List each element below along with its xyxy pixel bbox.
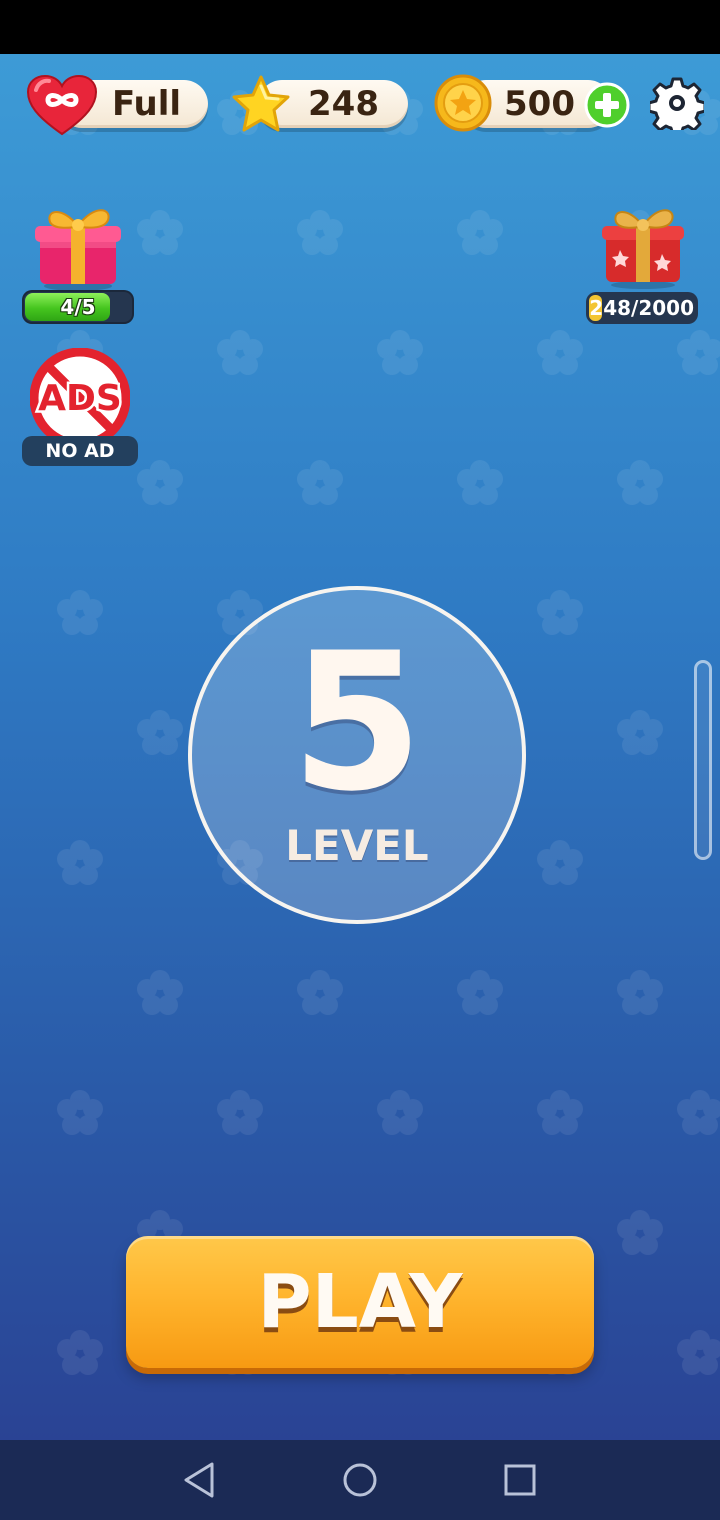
star-gift-icon[interactable] [598,200,688,290]
gear-icon [650,77,704,130]
no-ads-icon: ADS [30,348,130,448]
game-background: Full 248 500 4/5 ADS NO AD 248/2000 5 LE… [0,54,720,1440]
system-nav-bar [0,1440,720,1520]
star-icon [232,75,290,132]
play-button[interactable]: PLAY [126,1236,594,1368]
lives-value: Full [112,84,182,124]
level-indicator: 5 LEVEL [188,586,526,924]
settings-button[interactable] [650,76,704,130]
gift-icon[interactable] [32,196,124,292]
stars-value: 248 [308,84,379,124]
no-ad-label: NO AD [22,436,138,466]
coin-icon [434,74,492,132]
star-goal-counter: 248/2000 [586,292,698,324]
gift-progress-bar: 4/5 [22,290,134,324]
gift-progress-text: 4/5 [60,295,96,319]
star-goal-text: 248/2000 [589,296,694,320]
home-icon[interactable] [334,1454,386,1506]
play-button-label: PLAY [257,1259,463,1345]
add-coins-button[interactable] [584,82,630,128]
game-screen: Full 248 500 4/5 ADS NO AD 248/2000 5 LE… [0,0,720,1520]
back-icon[interactable] [174,1454,226,1506]
ads-badge-text: ADS [38,378,122,419]
coins-value: 500 [504,84,575,124]
level-label: LEVEL [285,821,429,870]
heart-infinity-icon [26,74,98,136]
scroll-handle[interactable] [694,660,712,860]
status-bar [0,0,720,54]
level-number: 5 [290,612,424,833]
no-ads-button[interactable]: ADS NO AD [22,348,138,472]
recents-icon[interactable] [494,1454,546,1506]
